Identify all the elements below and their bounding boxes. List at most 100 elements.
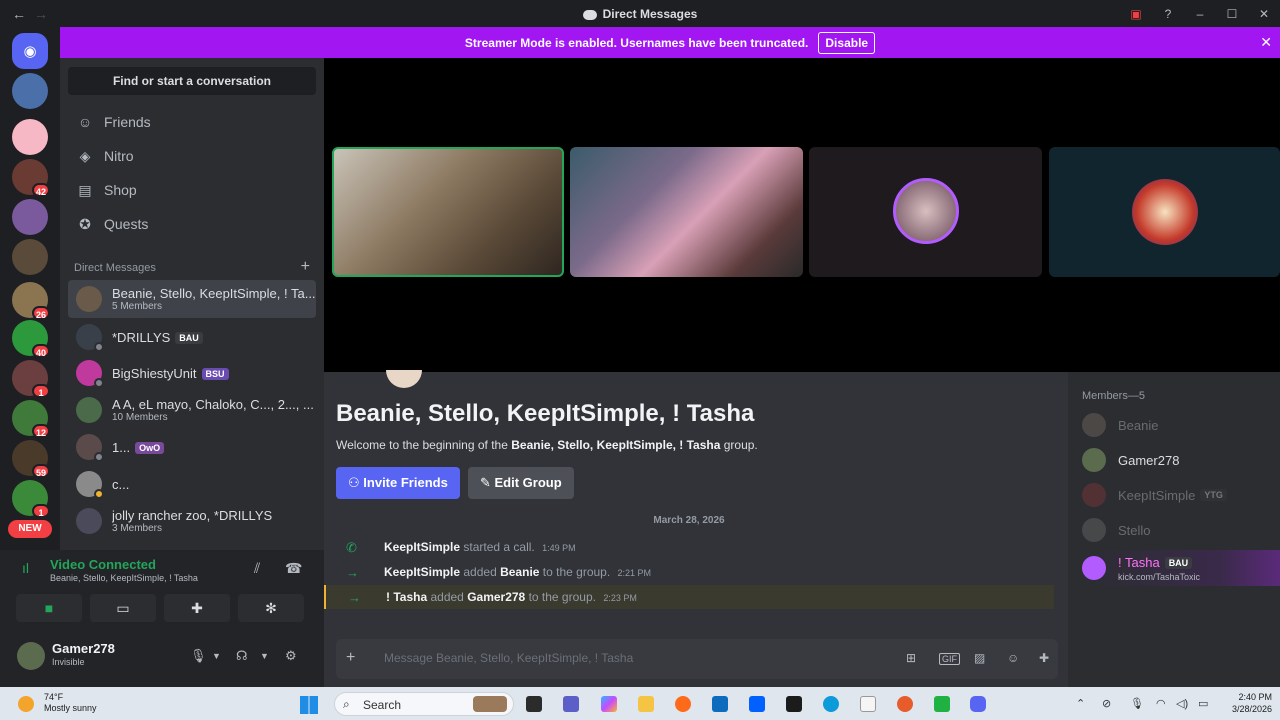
noise-suppression-icon[interactable]: ⫽ xyxy=(254,560,260,577)
dm-item[interactable]: 1... OwO xyxy=(68,428,316,466)
avatar[interactable] xyxy=(17,642,45,670)
close-banner-icon[interactable]: ✕ xyxy=(1260,34,1272,51)
headphones-icon[interactable]: ☊ xyxy=(236,648,248,664)
dm-item[interactable]: Beanie, Stello, KeepItSimple, ! Ta... 5 M… xyxy=(68,280,316,318)
message-target[interactable]: Beanie xyxy=(500,565,539,579)
message-input[interactable]: Message Beanie, Stello, KeepItSimple, ! … xyxy=(384,651,633,665)
dm-item[interactable]: A A, eL mayo, Chaloko, C..., 2..., ... 10… xyxy=(68,391,316,429)
maximize-icon[interactable]: ☐ xyxy=(1216,7,1248,21)
video-tile[interactable] xyxy=(1049,147,1280,277)
server-icon[interactable] xyxy=(12,119,48,155)
taskbar-search[interactable]: ⌕ Search xyxy=(334,692,514,716)
tray-mic-icon[interactable]: 🎙 xyxy=(1130,697,1144,710)
pencil-icon: ✎ xyxy=(480,475,495,490)
server-icon[interactable]: 12 xyxy=(12,400,50,438)
server-icon[interactable]: 1 xyxy=(12,360,50,398)
minimize-icon[interactable]: – xyxy=(1184,7,1216,21)
close-window-icon[interactable]: ✕ xyxy=(1248,7,1280,21)
battery-icon[interactable]: ▭ xyxy=(1198,697,1208,710)
server-icon[interactable]: 26 xyxy=(12,282,50,320)
tray-app-icon[interactable]: ⊘ xyxy=(1102,697,1111,710)
new-badge[interactable]: NEW xyxy=(8,520,52,538)
status-dot xyxy=(94,452,104,462)
nav-nitro[interactable]: ◈ Nitro xyxy=(68,140,316,172)
app-icon[interactable] xyxy=(934,696,950,712)
dm-item[interactable]: jolly rancher zoo, *DRILLYS 3 Members xyxy=(68,502,316,540)
windows-start-icon[interactable] xyxy=(300,696,318,714)
task-view-icon[interactable] xyxy=(526,696,542,712)
firefox-icon[interactable] xyxy=(675,696,691,712)
message-composer[interactable]: + Message Beanie, Stello, KeepItSimple, … xyxy=(336,639,1058,679)
dm-item[interactable]: BigShiestyUnit BSU xyxy=(68,354,316,392)
soundboard-button[interactable]: ✻ xyxy=(238,594,304,622)
tray-chevron-up-icon[interactable]: ⌃ xyxy=(1076,697,1085,710)
inbox-icon[interactable]: ▣ xyxy=(1120,7,1152,21)
discord-home-icon[interactable]: ◉ xyxy=(12,33,48,69)
find-conversation-button[interactable]: Find or start a conversation xyxy=(68,67,316,95)
dm-item[interactable]: *DRILLYS BAU xyxy=(68,318,316,356)
member-item[interactable]: KeepItSimple YTG xyxy=(1082,480,1280,510)
emoji-icon[interactable]: ☺ xyxy=(1007,651,1019,665)
member-item[interactable]: Stello xyxy=(1082,515,1280,545)
teams-icon[interactable] xyxy=(563,696,579,712)
screen-share-button[interactable]: ▭ xyxy=(90,594,156,622)
dropbox-icon[interactable] xyxy=(749,696,765,712)
gif-icon[interactable]: GIF xyxy=(939,653,960,665)
disconnect-icon[interactable]: ☎ xyxy=(285,560,302,577)
copilot-icon[interactable] xyxy=(601,696,617,712)
server-icon[interactable]: 1 xyxy=(12,480,50,518)
notepad-icon[interactable] xyxy=(860,696,876,712)
gift-icon[interactable]: ⊞ xyxy=(906,651,916,665)
attach-plus-icon[interactable]: + xyxy=(346,649,355,667)
edit-label: Edit Group xyxy=(494,475,562,490)
help-icon[interactable]: ? xyxy=(1152,7,1184,21)
chevron-down-icon[interactable]: ▼ xyxy=(260,651,269,661)
wifi-icon[interactable]: ◠ xyxy=(1156,697,1166,710)
file-explorer-icon[interactable] xyxy=(638,696,654,712)
server-icon[interactable] xyxy=(12,73,48,109)
weather-widget[interactable]: 74°F Mostly sunny xyxy=(44,692,97,714)
server-icon[interactable] xyxy=(12,239,48,275)
message-actor[interactable]: KeepItSimple xyxy=(384,540,460,554)
server-icon[interactable]: 42 xyxy=(12,159,50,197)
server-icon[interactable]: 59 xyxy=(12,440,50,478)
microphone-icon[interactable]: 🎙 xyxy=(190,648,207,664)
member-item[interactable]: Gamer278 xyxy=(1082,445,1280,475)
video-tile[interactable] xyxy=(570,147,803,277)
mail-icon[interactable] xyxy=(712,696,728,712)
nav-shop[interactable]: ▤ Shop xyxy=(68,174,316,206)
welcome-text: Welcome to the beginning of the Beanie, … xyxy=(336,438,758,452)
member-list: Members—5 Beanie Gamer278 KeepItSimple YT… xyxy=(1068,372,1280,687)
message-actor[interactable]: ! Tasha xyxy=(386,590,427,604)
weather-sun-icon[interactable] xyxy=(18,696,34,712)
server-icon[interactable] xyxy=(12,199,48,235)
apps-icon[interactable]: ✚ xyxy=(1039,651,1049,665)
dm-item[interactable]: c... xyxy=(68,465,316,503)
server-icon[interactable]: 40 xyxy=(12,320,50,358)
member-item[interactable]: Beanie xyxy=(1082,410,1280,440)
notion-icon[interactable] xyxy=(786,696,802,712)
nav-quests[interactable]: ✪ Quests xyxy=(68,208,316,240)
taskbar-clock[interactable]: 2:40 PM 3/28/2026 xyxy=(1232,691,1272,715)
member-item[interactable]: ! Tasha BAU kick.com/TashaToxic xyxy=(1082,550,1280,586)
camera-button[interactable]: ■ xyxy=(16,594,82,622)
signal-icon[interactable]: ıl xyxy=(22,560,29,576)
invite-friends-button[interactable]: ⚇ Invite Friends xyxy=(336,467,460,499)
chevron-down-icon[interactable]: ▼ xyxy=(212,651,221,661)
nav-friends[interactable]: ☺ Friends xyxy=(68,106,316,138)
volume-icon[interactable]: ◁) xyxy=(1176,697,1188,710)
video-tile[interactable] xyxy=(332,147,564,277)
voice-channel[interactable]: Beanie, Stello, KeepItSimple, ! Tasha xyxy=(50,573,198,583)
disable-streamer-mode-button[interactable]: Disable xyxy=(818,31,876,54)
app-icon[interactable] xyxy=(897,696,913,712)
activities-button[interactable]: ✚ xyxy=(164,594,230,622)
message-target[interactable]: Gamer278 xyxy=(467,590,525,604)
message-actor[interactable]: KeepItSimple xyxy=(384,565,460,579)
settings-gear-icon[interactable]: ⚙ xyxy=(285,648,297,664)
create-dm-plus-icon[interactable]: + xyxy=(301,258,310,276)
discord-taskbar-icon[interactable] xyxy=(970,696,986,712)
edit-group-button[interactable]: ✎ Edit Group xyxy=(468,467,574,499)
edge-icon[interactable] xyxy=(823,696,839,712)
sticker-icon[interactable]: ▨ xyxy=(974,651,985,665)
video-tile[interactable] xyxy=(809,147,1042,277)
